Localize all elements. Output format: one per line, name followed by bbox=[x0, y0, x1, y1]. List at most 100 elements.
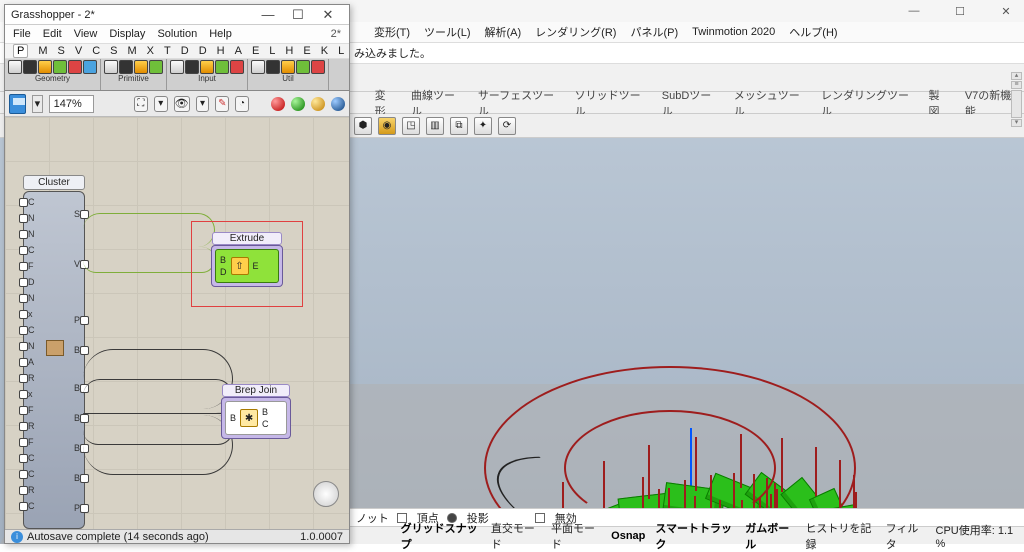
gh-canvas[interactable]: Cluster CNNCFDNxCNARxFRFCCRCSVPBBBBBP Ex… bbox=[5, 117, 349, 529]
sketch-icon[interactable] bbox=[215, 96, 229, 112]
status-toggle[interactable]: 平面モード bbox=[551, 520, 601, 552]
minimize-icon[interactable]: — bbox=[900, 2, 928, 20]
shade-green-icon[interactable] bbox=[291, 97, 305, 111]
tool-icon[interactable]: ▥ bbox=[426, 117, 444, 135]
category-tab[interactable]: V bbox=[75, 45, 82, 57]
shade-blue-icon[interactable] bbox=[331, 97, 345, 111]
category-tab[interactable]: M bbox=[38, 45, 47, 57]
menu-item[interactable]: レンダリング(R) bbox=[535, 24, 616, 40]
input-port[interactable] bbox=[19, 406, 28, 415]
preview-icon[interactable] bbox=[174, 96, 190, 112]
close-icon[interactable]: ✕ bbox=[313, 7, 343, 23]
gh-titlebar[interactable]: Grasshopper - 2* — ☐ ✕ bbox=[5, 5, 349, 25]
extrude-component[interactable]: Extrude B D ⇧ E bbox=[211, 245, 283, 287]
zoom-extents-icon[interactable]: ⛶ bbox=[134, 96, 148, 112]
category-tab[interactable]: C bbox=[92, 45, 100, 57]
category-tab[interactable]: S bbox=[58, 45, 65, 57]
category-tab[interactable]: D bbox=[199, 45, 207, 57]
input-port[interactable] bbox=[19, 342, 28, 351]
gh-category-tabs[interactable]: PMSVCSMXTDDHAELHEKL bbox=[5, 43, 349, 59]
grasshopper-window[interactable]: Grasshopper - 2* — ☐ ✕ File Edit View Di… bbox=[4, 4, 350, 544]
gh-canvas-toolbar[interactable]: ▾ 147% ⛶ ▾ ▾ ◔ bbox=[5, 91, 349, 117]
input-port[interactable] bbox=[19, 358, 28, 367]
rhino-status-bar[interactable]: グリッドスナップ 直交モード 平面モード Osnap スマートトラック ガムボー… bbox=[350, 526, 1024, 544]
input-port[interactable] bbox=[19, 390, 28, 399]
output-port[interactable] bbox=[80, 346, 89, 355]
component-icon[interactable] bbox=[119, 60, 133, 74]
tool-icon[interactable]: ⟳ bbox=[498, 117, 516, 135]
component-category[interactable]: Util bbox=[248, 59, 329, 90]
category-tab[interactable]: S bbox=[110, 45, 117, 57]
component-category[interactable]: Primitive bbox=[101, 59, 167, 90]
wireframe-icon[interactable]: ▾ bbox=[196, 96, 210, 112]
component-icon[interactable] bbox=[83, 60, 97, 74]
cluster-component[interactable]: CNNCFDNxCNARxFRFCCRCSVPBBBBBP bbox=[23, 191, 85, 529]
category-tab[interactable]: E bbox=[252, 45, 259, 57]
category-tab[interactable]: T bbox=[164, 45, 171, 57]
brepjoin-component[interactable]: Brep Join B ✱ B C bbox=[221, 397, 291, 439]
category-tab[interactable]: M bbox=[128, 45, 137, 57]
category-tab[interactable]: H bbox=[217, 45, 225, 57]
component-icon[interactable] bbox=[311, 60, 325, 74]
component-category[interactable]: Geometry bbox=[5, 59, 101, 90]
menu-item[interactable]: Twinmotion 2020 bbox=[692, 26, 775, 38]
tool-icon[interactable]: ◉ bbox=[378, 117, 396, 135]
status-toggle[interactable]: Osnap bbox=[611, 530, 645, 542]
shade-red-icon[interactable] bbox=[271, 97, 285, 111]
component-icon[interactable] bbox=[134, 60, 148, 74]
status-toggle[interactable]: ヒストリを記録 bbox=[805, 520, 875, 552]
canvas-compass-icon[interactable] bbox=[313, 481, 339, 507]
menu-item[interactable]: ヘルプ(H) bbox=[789, 24, 837, 40]
tool-icon[interactable]: ⬢ bbox=[354, 117, 372, 135]
port-label[interactable]: D bbox=[220, 267, 227, 277]
category-tab[interactable]: L bbox=[338, 45, 344, 57]
rhino-side-scroll[interactable]: ▴≡▾ bbox=[1011, 72, 1022, 127]
category-tab[interactable]: K bbox=[321, 45, 328, 57]
status-toggle[interactable]: フィルタ bbox=[886, 520, 926, 552]
status-toggle[interactable]: ガムボール bbox=[745, 520, 795, 552]
osnap-opt[interactable]: ノット bbox=[356, 510, 389, 526]
maximize-icon[interactable]: ☐ bbox=[946, 2, 974, 20]
input-port[interactable] bbox=[19, 310, 28, 319]
input-port[interactable] bbox=[19, 502, 28, 511]
component-icon[interactable] bbox=[296, 60, 310, 74]
component-icon[interactable] bbox=[23, 60, 37, 74]
component-icon[interactable] bbox=[185, 60, 199, 74]
input-port[interactable] bbox=[19, 422, 28, 431]
component-icon[interactable] bbox=[68, 60, 82, 74]
tool-icon[interactable]: ✦ bbox=[474, 117, 492, 135]
category-tab[interactable]: P bbox=[13, 44, 28, 58]
component-category[interactable]: Input bbox=[167, 59, 248, 90]
component-icon[interactable] bbox=[170, 60, 184, 74]
component-icon[interactable] bbox=[38, 60, 52, 74]
input-port[interactable] bbox=[19, 454, 28, 463]
gh-component-shelf[interactable]: GeometryPrimitiveInputUtil bbox=[5, 59, 349, 91]
input-port[interactable] bbox=[19, 374, 28, 383]
menu-item[interactable]: パネル(P) bbox=[630, 24, 678, 40]
category-tab[interactable]: A bbox=[235, 45, 242, 57]
input-port[interactable] bbox=[19, 278, 28, 287]
status-toggle[interactable]: グリッドスナップ bbox=[401, 520, 481, 552]
input-port[interactable] bbox=[19, 198, 28, 207]
input-port[interactable] bbox=[19, 438, 28, 447]
output-port[interactable] bbox=[80, 474, 89, 483]
category-tab[interactable]: X bbox=[147, 45, 154, 57]
input-port[interactable] bbox=[19, 230, 28, 239]
input-port[interactable] bbox=[19, 214, 28, 223]
port-label[interactable]: E bbox=[253, 261, 259, 271]
shade-yellow-icon[interactable] bbox=[311, 97, 325, 111]
component-icon[interactable] bbox=[215, 60, 229, 74]
status-toggle[interactable]: スマートトラック bbox=[655, 520, 735, 552]
menu-item[interactable]: Edit bbox=[43, 28, 62, 40]
category-tab[interactable]: D bbox=[181, 45, 189, 57]
input-port[interactable] bbox=[19, 294, 28, 303]
component-icon[interactable] bbox=[53, 60, 67, 74]
status-toggle[interactable]: 直交モード bbox=[491, 520, 541, 552]
category-tab[interactable]: E bbox=[303, 45, 310, 57]
menu-item[interactable]: 解析(A) bbox=[485, 24, 522, 40]
component-icon[interactable] bbox=[266, 60, 280, 74]
tool-icon[interactable]: ◳ bbox=[402, 117, 420, 135]
input-port[interactable] bbox=[19, 246, 28, 255]
menu-item[interactable]: Solution bbox=[157, 28, 197, 40]
input-port[interactable] bbox=[19, 326, 28, 335]
